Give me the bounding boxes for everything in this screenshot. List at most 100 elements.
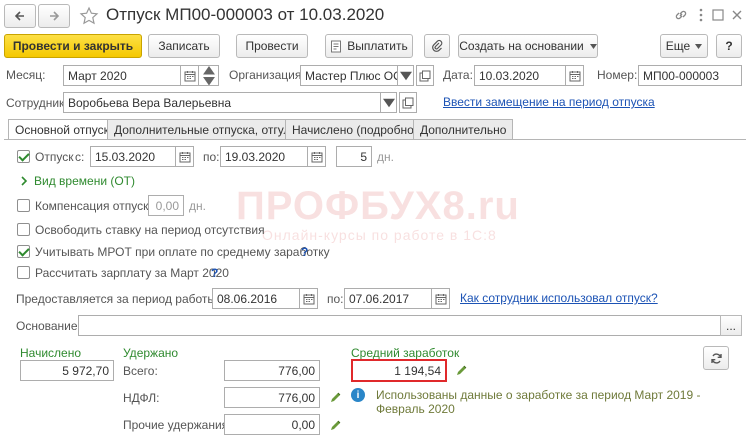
accrued-label: Начислено [20,346,82,360]
period-from-calendar-button[interactable] [300,288,318,309]
more-button-label: Еще [665,39,691,53]
watermark-tagline: Онлайн-курсы по работе в 1С:8 [262,227,497,243]
compensation-days-field[interactable]: 0,00 [148,195,184,216]
forward-button[interactable] [38,4,70,28]
compensation-checkbox[interactable] [17,199,30,212]
organization-field[interactable]: Мастер Плюс ООС [300,65,398,86]
period-to-label: по: [327,292,344,306]
compensation-days-unit: дн. [189,199,206,213]
create-based-on-label: Создать на основании [459,39,584,53]
help-button[interactable]: ? [716,34,742,58]
close-icon[interactable] [731,9,743,21]
earnings-period-info-line2: Февраль 2020 [376,402,455,416]
vacation-days-field[interactable]: 5 [336,146,372,167]
vacation-from-field[interactable]: 15.03.2020 [90,146,176,167]
caret-down-icon [589,43,597,49]
average-earnings-label: Средний заработок [351,346,460,360]
number-label: Номер: [597,68,638,82]
other-withholdings-edit-pencil-icon[interactable] [329,418,343,432]
tab-additional-vacations[interactable]: Дополнительные отпуска, отгулы [107,119,307,139]
post-button[interactable]: Провести [236,34,308,58]
tab-additional[interactable]: Дополнительно [413,119,514,139]
employee-dropdown-button[interactable] [381,92,397,113]
calendar-icon [435,293,446,304]
time-type-toggle[interactable]: Вид времени (ОТ) [34,174,135,188]
calc-salary-checkbox[interactable] [17,266,30,279]
vacation-from-calendar-button[interactable] [176,146,194,167]
window-title: Отпуск МП00-000003 от 10.03.2020 [106,5,385,24]
create-based-on-button[interactable]: Создать на основании [458,34,598,58]
chevron-up-icon [202,66,215,75]
calc-salary-help-icon[interactable]: ? [211,266,218,280]
accrued-field: 5 972,70 [20,360,114,381]
save-button[interactable]: Записать [148,34,220,58]
earnings-period-info-line1: Использованы данные о заработке за перио… [376,388,701,402]
basis-select-button[interactable]: ... [720,315,742,336]
organization-open-button[interactable] [416,65,434,86]
more-vertical-icon[interactable] [698,8,704,22]
caret-down-icon [399,71,412,80]
period-to-calendar-button[interactable] [432,288,450,309]
document-icon [331,40,342,52]
period-label: Предоставляется за период работы с: [16,292,229,306]
arrow-left-icon [14,11,24,21]
maximize-icon[interactable] [712,9,724,21]
organization-dropdown-button[interactable] [398,65,414,86]
vacation-days-unit: дн. [377,150,394,164]
number-field[interactable]: МП00-000003 [638,65,742,86]
month-field[interactable]: Март 2020 [63,65,181,86]
open-window-icon [419,70,431,81]
employee-field[interactable]: Воробьева Вера Валерьевна [63,92,381,113]
attach-button[interactable] [424,34,450,58]
calc-salary-label: Рассчитать зарплату за Март 2020 [35,266,229,280]
arrow-right-icon [50,11,60,21]
date-field[interactable]: 10.03.2020 [474,65,566,86]
tab-panel-border [4,139,746,140]
ndfl-edit-pencil-icon[interactable] [329,390,343,404]
basis-label: Основание: [16,319,81,333]
vacation-from-label: с: [75,150,85,164]
more-button[interactable]: Еще [660,34,708,58]
average-earnings-edit-pencil-icon[interactable] [455,363,469,377]
month-calendar-button[interactable] [181,65,199,86]
star-icon[interactable] [79,6,99,26]
post-and-close-button[interactable]: Провести и закрыть [4,34,142,58]
free-rate-checkbox[interactable] [17,223,30,236]
month-label: Месяц: [6,68,46,82]
mrot-help-icon[interactable]: ? [301,245,308,259]
watermark-brand: ПРОФБУХ8.ru [236,184,520,228]
mrot-checkbox[interactable] [17,245,30,258]
chevron-right-icon[interactable] [20,176,28,186]
calendar-icon [311,151,322,162]
link-icon[interactable] [674,8,688,22]
pay-button[interactable]: Выплатить [325,34,413,58]
basis-field[interactable] [78,315,742,336]
caret-down-icon [695,43,703,49]
calendar-icon [303,293,314,304]
open-window-icon [402,97,414,108]
other-withholdings-field: 0,00 [224,414,320,435]
chevron-down-icon [202,76,215,85]
refresh-button[interactable] [703,346,729,370]
date-label: Дата: [443,68,473,82]
vacation-checkbox[interactable] [17,150,30,163]
pay-button-label: Выплатить [347,39,408,53]
tab-main-vacation[interactable]: Основной отпуск [8,119,116,140]
info-icon: i [351,388,365,402]
withheld-total-label: Всего: [123,364,158,378]
other-withholdings-label: Прочие удержания: [123,418,232,432]
back-button[interactable] [4,4,36,28]
employee-open-button[interactable] [399,92,417,113]
tab-accrued-detailed[interactable]: Начислено (подробно) [285,119,425,139]
ndfl-label: НДФЛ: [123,391,160,405]
replacement-link[interactable]: Ввести замещение на период отпуска [443,95,655,109]
period-from-field[interactable]: 08.06.2016 [212,288,300,309]
vacation-to-calendar-button[interactable] [308,146,326,167]
ndfl-field: 776,00 [224,387,320,408]
month-stepper[interactable] [199,65,219,86]
vacation-usage-link[interactable]: Как сотрудник использовал отпуск? [460,291,658,305]
vacation-to-field[interactable]: 19.03.2020 [220,146,308,167]
compensation-label: Компенсация отпуска [35,199,156,213]
date-calendar-button[interactable] [566,65,584,86]
period-to-field[interactable]: 07.06.2017 [344,288,432,309]
